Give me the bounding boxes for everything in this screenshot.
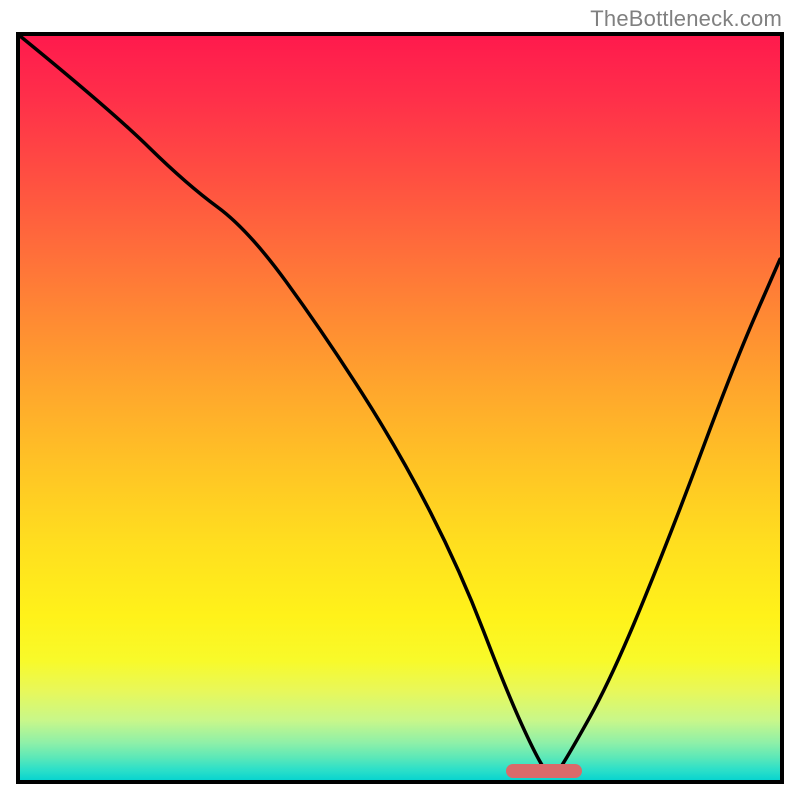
chart-container: TheBottleneck.com	[0, 0, 800, 800]
optimal-range-marker	[506, 764, 582, 778]
watermark-text: TheBottleneck.com	[590, 6, 782, 32]
bottleneck-curve	[20, 36, 780, 780]
plot-area	[16, 32, 784, 784]
